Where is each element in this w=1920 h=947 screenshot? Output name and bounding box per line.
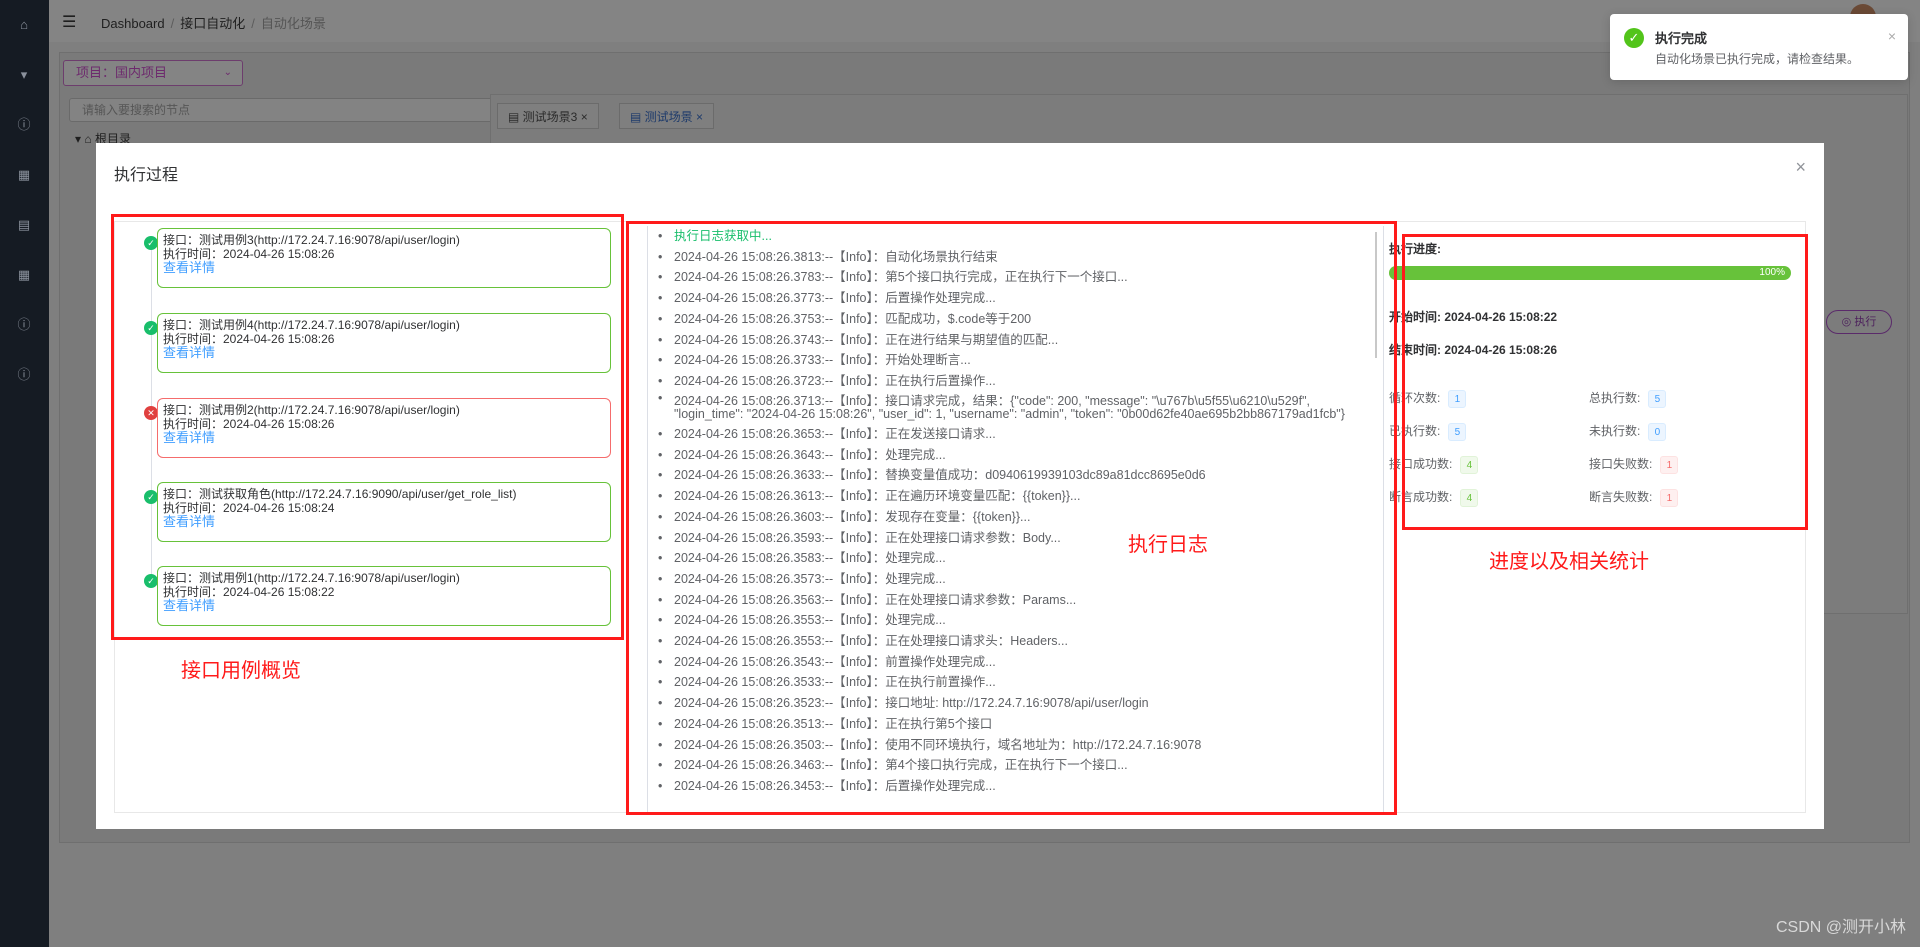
tree-search-input[interactable]: 请输入要搜索的节点 — [69, 98, 493, 122]
chevron-down-icon: ⌄ — [223, 67, 232, 78]
help-icon[interactable]: ⓘ — [17, 318, 31, 332]
check-circle-icon: ✓ — [1624, 28, 1644, 48]
annotation-box-logs — [626, 221, 1397, 815]
annotation-label-cases: 接口用例概览 — [181, 660, 301, 682]
project-select-value: 项目：国内项目 — [76, 65, 168, 80]
close-icon[interactable]: × — [696, 110, 703, 124]
run-button[interactable]: ◎ 执行 — [1826, 310, 1892, 334]
menu-toggle-icon[interactable]: ☰ — [62, 12, 76, 32]
breadcrumb-item[interactable]: Dashboard — [101, 16, 165, 31]
breadcrumb: Dashboard / 接口自动化 / 自动化场景 — [101, 13, 326, 32]
info-icon[interactable]: ⓘ — [17, 118, 31, 132]
tree-search-placeholder: 请输入要搜索的节点 — [82, 103, 191, 117]
close-icon[interactable]: × — [1888, 28, 1896, 44]
annotation-label-logs: 执行日志 — [1128, 534, 1208, 556]
dialog-title: 执行过程 — [114, 167, 179, 184]
annotation-box-cases — [111, 214, 624, 640]
annotation-box-stats — [1402, 234, 1808, 530]
close-icon[interactable]: × — [1795, 157, 1806, 178]
tab-scenario[interactable]: ▤ 测试场景 × — [619, 103, 715, 129]
sidebar: ⌂ ▾ ⓘ ▦ ▤ ▦ ⓘ ⓘ — [0, 0, 49, 947]
tab-label: 测试场景3 — [522, 110, 578, 124]
tab-scenario-3[interactable]: ▤ 测试场景3 × — [497, 103, 599, 129]
clipboard-icon[interactable]: ▤ — [17, 218, 31, 232]
close-icon[interactable]: × — [581, 110, 588, 124]
annotation-label-stats: 进度以及相关统计 — [1489, 551, 1649, 573]
notification-message: 自动化场景已执行完成，请检查结果。 — [1655, 52, 1860, 66]
about-icon[interactable]: ⓘ — [17, 368, 31, 382]
breadcrumb-current: 自动化场景 — [260, 16, 326, 31]
run-button-label: 执行 — [1854, 316, 1877, 328]
home-icon[interactable]: ⌂ — [17, 18, 31, 32]
breadcrumb-item[interactable]: 接口自动化 — [180, 16, 245, 31]
notification-title: 执行完成 — [1655, 31, 1708, 46]
success-notification: ✓ 执行完成 自动化场景已执行完成，请检查结果。 × — [1610, 14, 1908, 80]
watermark: CSDN @测开小林 — [1775, 919, 1906, 936]
apps-icon[interactable]: ▦ — [17, 268, 31, 282]
grid-icon[interactable]: ▦ — [17, 168, 31, 182]
breadcrumb-separator: / — [251, 16, 255, 31]
project-select[interactable]: 项目：国内项目 ⌄ — [63, 60, 243, 86]
brush-icon[interactable]: ▾ — [17, 68, 31, 82]
tab-label: 测试场景 — [644, 110, 693, 124]
breadcrumb-separator: / — [170, 16, 175, 31]
